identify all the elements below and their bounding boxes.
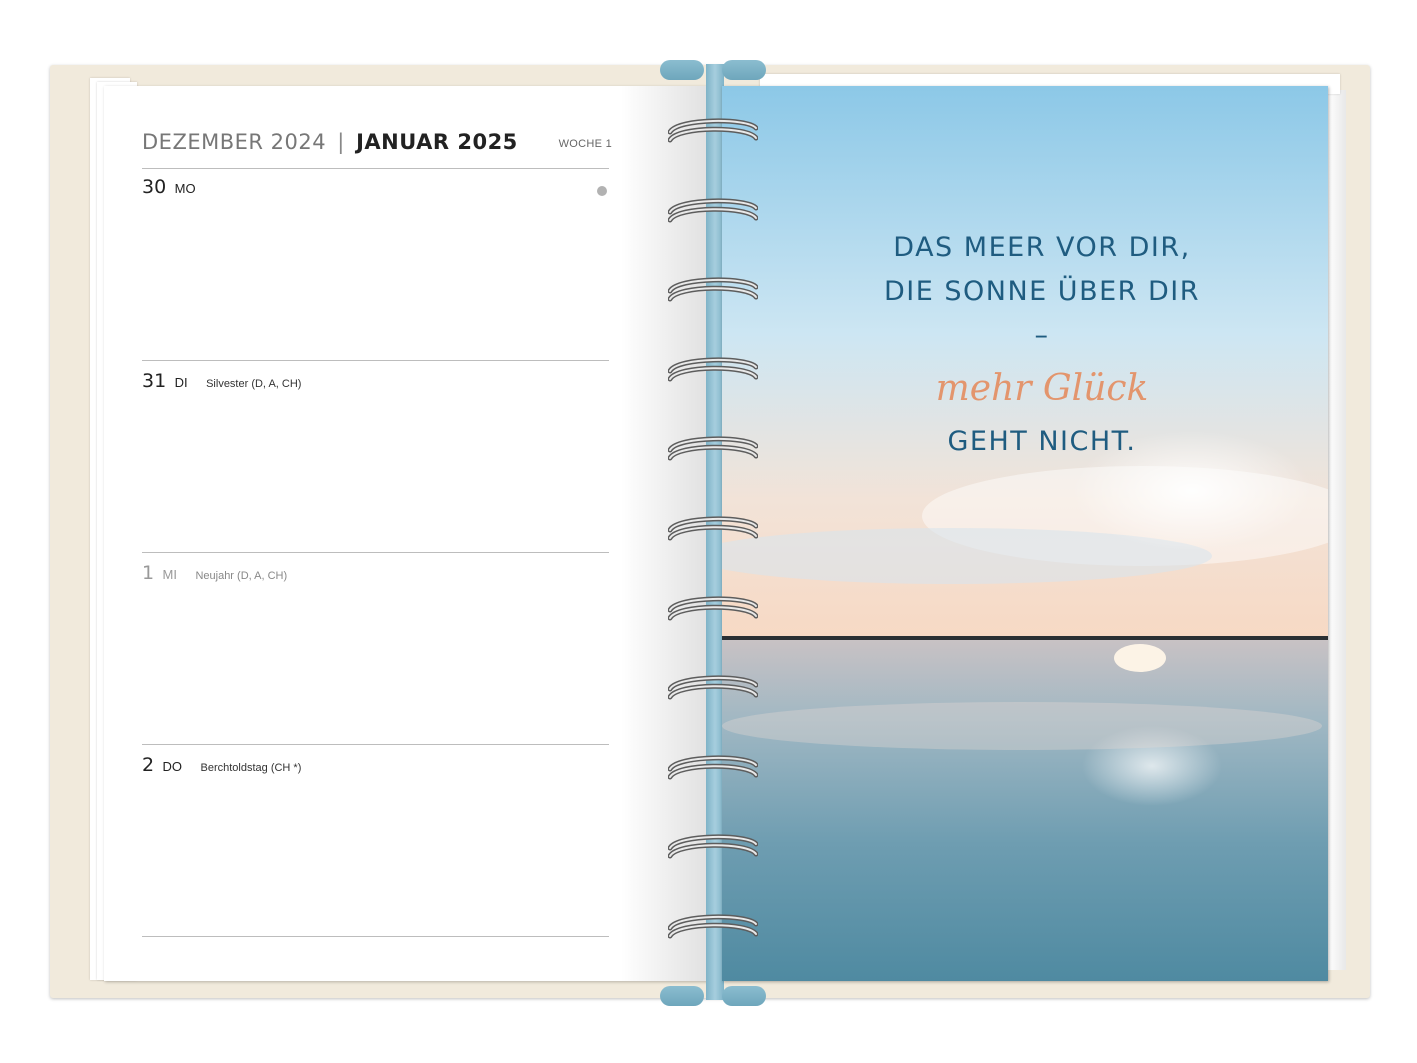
quote-line-1: DAS MEER VOR DIR,	[893, 232, 1191, 263]
binding-ring	[668, 834, 758, 859]
weekly-planner-page: DEZEMBER 2024 | JANUAR 2025 WOCHE 1 30 M…	[104, 86, 710, 981]
holiday-label: Silvester (D, A, CH)	[206, 378, 302, 390]
day-number: 1	[142, 562, 155, 584]
binding-ring	[668, 914, 758, 939]
spine-tab-top-right	[722, 60, 766, 80]
binding-ring	[668, 675, 758, 700]
binding-ring	[668, 118, 758, 143]
binding-ring	[668, 357, 758, 382]
header-rule	[142, 168, 609, 169]
day-entry-2: 2 DO Berchtoldstag (CH *)	[142, 754, 609, 776]
day-rule	[142, 936, 609, 937]
day-weekday: MO	[174, 181, 196, 196]
binding-ring	[668, 516, 758, 541]
binding-ring	[668, 596, 758, 621]
day-weekday: DO	[162, 759, 183, 774]
binding-ring	[668, 198, 758, 223]
marker-dot-icon	[597, 186, 607, 196]
quote-line-3: GEHT NICHT.	[947, 426, 1137, 457]
day-rule	[142, 744, 609, 745]
day-entry-31: 31 DI Silvester (D, A, CH)	[142, 370, 609, 392]
binding-ring	[668, 755, 758, 780]
day-weekday: DI	[174, 375, 188, 390]
month-separator: |	[337, 130, 345, 154]
spine-tab-bottom	[660, 986, 704, 1006]
day-rule	[142, 360, 609, 361]
day-number: 31	[142, 370, 167, 392]
spine-tab-bottom-right	[722, 986, 766, 1006]
day-number: 30	[142, 176, 167, 198]
photo-page: DAS MEER VOR DIR, DIE SONNE ÜBER DIR – m…	[722, 86, 1328, 981]
sea-sunset-photo	[722, 86, 1328, 981]
week-header: DEZEMBER 2024 | JANUAR 2025 WOCHE 1	[142, 130, 612, 170]
binding-ring	[668, 277, 758, 302]
month-current: JANUAR 2025	[356, 130, 518, 154]
spine-tab-top	[660, 60, 704, 80]
week-number: WOCHE 1	[558, 138, 612, 150]
day-number: 2	[142, 754, 155, 776]
holiday-label: Berchtoldstag (CH *)	[200, 762, 302, 774]
quote-script: mehr Glück	[935, 368, 1149, 409]
binding-ring	[668, 436, 758, 461]
day-rule	[142, 552, 609, 553]
month-prev: DEZEMBER 2024	[142, 130, 327, 154]
holiday-label: Neujahr (D, A, CH)	[195, 570, 288, 582]
quote-line-2: DIE SONNE ÜBER DIR –	[883, 276, 1201, 351]
day-entry-30: 30 MO	[142, 176, 609, 198]
day-entry-1: 1 MI Neujahr (D, A, CH)	[142, 562, 609, 584]
month-heading: DEZEMBER 2024 | JANUAR 2025	[142, 130, 518, 154]
day-weekday: MI	[162, 567, 177, 582]
page-stack-right	[1328, 90, 1346, 970]
quote-block: DAS MEER VOR DIR, DIE SONNE ÜBER DIR – m…	[872, 226, 1212, 464]
